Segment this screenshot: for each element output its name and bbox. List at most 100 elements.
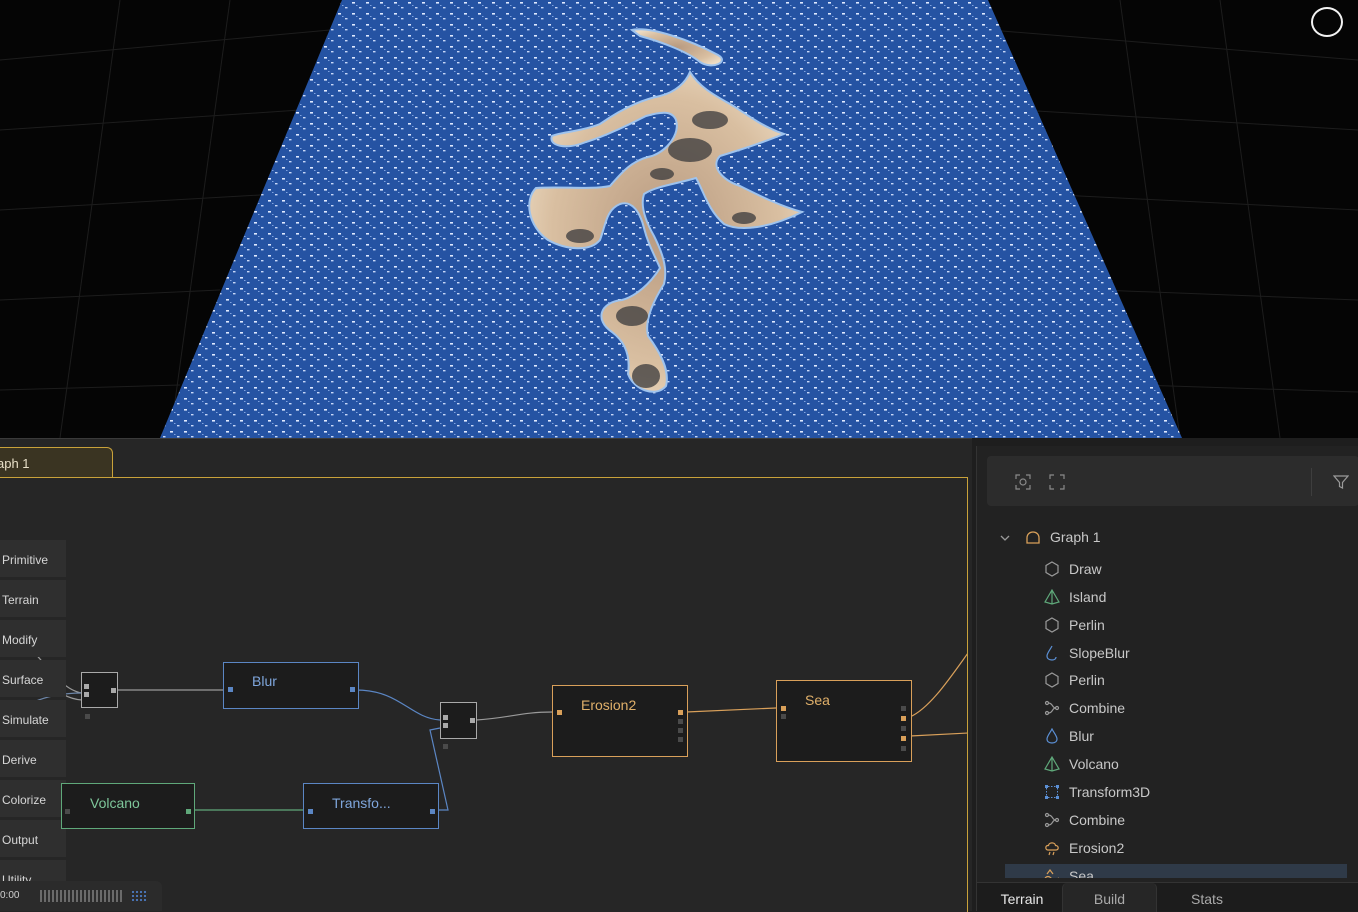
combine-node-2[interactable]: [440, 702, 477, 739]
category-modify[interactable]: Modify: [0, 620, 66, 657]
combine-node-1[interactable]: [81, 672, 118, 708]
tree-item[interactable]: Perlin: [1044, 614, 1324, 638]
filter-icon[interactable]: [1333, 474, 1349, 490]
tree-item-label: Transform3D: [1069, 784, 1151, 800]
node-title: Sea: [805, 692, 830, 708]
tree-item[interactable]: Erosion2: [1044, 837, 1324, 861]
input-port[interactable]: [443, 715, 448, 720]
input-port[interactable]: [228, 687, 233, 692]
tree-item[interactable]: Volcano: [1044, 753, 1324, 777]
output-port[interactable]: [350, 687, 355, 692]
grid-dots-icon[interactable]: [131, 890, 147, 902]
category-terrain[interactable]: Terrain: [0, 580, 66, 617]
transform-icon: [1045, 785, 1059, 799]
input-port[interactable]: [84, 684, 89, 689]
tree-item[interactable]: Combine: [1044, 697, 1324, 721]
mask-port[interactable]: [443, 744, 448, 749]
fit-view-icon[interactable]: [1049, 474, 1065, 490]
tree-item[interactable]: Transform3D: [1044, 781, 1324, 805]
scene-outline-panel: Graph 1 Draw Island Perlin SlopeBlur Per…: [976, 446, 1358, 912]
output-port[interactable]: [678, 737, 683, 742]
timeline-scrubber[interactable]: [40, 890, 122, 902]
pyramid-icon: [1044, 589, 1060, 605]
output-port[interactable]: [901, 716, 906, 721]
output-port[interactable]: [678, 719, 683, 724]
tree-item-label: Combine: [1069, 812, 1126, 828]
timeline-bar[interactable]: 0:00: [0, 881, 162, 911]
sea-icon: [1044, 869, 1059, 878]
transform3d-node[interactable]: Transfo...: [303, 783, 439, 829]
tree-root-label: Graph 1: [1050, 529, 1101, 545]
node-title: Blur: [252, 673, 277, 689]
drop-icon: [1046, 728, 1058, 744]
input-port[interactable]: [557, 710, 562, 715]
input-port[interactable]: [781, 706, 786, 711]
output-port[interactable]: [470, 718, 475, 723]
viewport-scene: [0, 0, 1358, 438]
node-title: Transfo...: [332, 795, 391, 811]
output-port[interactable]: [901, 746, 906, 751]
sea-node[interactable]: Sea: [776, 680, 912, 762]
tab-terrain[interactable]: Terrain: [987, 883, 1057, 912]
tab-graph-1[interactable]: aph 1: [0, 447, 113, 477]
graph-icon: [1026, 531, 1040, 544]
outline-toolbar: [987, 456, 1358, 506]
tree-item-label: Sea: [1069, 868, 1094, 878]
category-colorize[interactable]: Colorize: [0, 780, 66, 817]
combine-icon: [1044, 700, 1060, 716]
input-port[interactable]: [84, 692, 89, 697]
focus-selected-icon[interactable]: [1015, 474, 1031, 490]
tree-item[interactable]: Island: [1044, 586, 1324, 610]
category-primitive[interactable]: Primitive: [0, 540, 66, 577]
graph-editor-panel: aph 1 Primitive Terrain Modify Surface S…: [0, 438, 972, 912]
input-port[interactable]: [308, 809, 313, 814]
tree-item[interactable]: SlopeBlur: [1044, 642, 1324, 666]
tree-item[interactable]: Blur: [1044, 725, 1324, 749]
output-port[interactable]: [901, 726, 906, 731]
sea-plane: [160, 0, 1182, 438]
toolbar-divider: [1311, 468, 1312, 496]
pyramid-icon: [1044, 756, 1060, 772]
input-port[interactable]: [65, 809, 70, 814]
chevron-down-icon[interactable]: [999, 532, 1011, 544]
hexagon-icon: [1045, 672, 1059, 688]
tree-item-label: Volcano: [1069, 756, 1119, 772]
tree-item-label: Draw: [1069, 561, 1102, 577]
tree-item-label: Blur: [1069, 728, 1094, 744]
input-port[interactable]: [781, 714, 786, 719]
tree-item-selected[interactable]: Sea: [1044, 865, 1324, 878]
output-port[interactable]: [901, 706, 906, 711]
output-port[interactable]: [111, 688, 116, 693]
erosion2-node[interactable]: Erosion2: [552, 685, 688, 757]
output-port[interactable]: [430, 809, 435, 814]
output-port[interactable]: [678, 710, 683, 715]
cloud-rain-icon: [1045, 842, 1059, 856]
terrain-viewport[interactable]: [0, 0, 1358, 438]
tab-stats[interactable]: Stats: [1167, 883, 1247, 912]
tree-item[interactable]: Draw: [1044, 558, 1324, 582]
tree-item-graph-1[interactable]: Graph 1: [999, 526, 1299, 550]
category-surface[interactable]: Surface: [0, 660, 66, 697]
volcano-node[interactable]: Volcano: [61, 783, 195, 829]
tree-item-label: Perlin: [1069, 617, 1105, 633]
input-port[interactable]: [443, 723, 448, 728]
drop-outline-icon: [1046, 645, 1057, 661]
hexagon-icon: [1045, 617, 1059, 633]
tree-item[interactable]: Perlin: [1044, 669, 1324, 693]
combine-icon: [1044, 812, 1060, 828]
category-simulate[interactable]: Simulate: [0, 700, 66, 737]
panel-tabs: Terrain Build Stats: [977, 882, 1358, 912]
blur-node[interactable]: Blur: [223, 662, 359, 709]
tree-item-label: Erosion2: [1069, 840, 1125, 856]
mask-port[interactable]: [85, 714, 90, 719]
node-graph-canvas[interactable]: Primitive Terrain Modify Surface Simulat…: [0, 477, 968, 912]
tree-item-label: Combine: [1069, 700, 1126, 716]
tab-build[interactable]: Build: [1062, 883, 1157, 912]
output-port[interactable]: [901, 736, 906, 741]
category-output[interactable]: Output: [0, 820, 66, 857]
tree-item[interactable]: Combine: [1044, 809, 1324, 833]
category-derive[interactable]: Derive: [0, 740, 66, 777]
output-port[interactable]: [186, 809, 191, 814]
hexagon-icon: [1045, 561, 1059, 577]
output-port[interactable]: [678, 728, 683, 733]
